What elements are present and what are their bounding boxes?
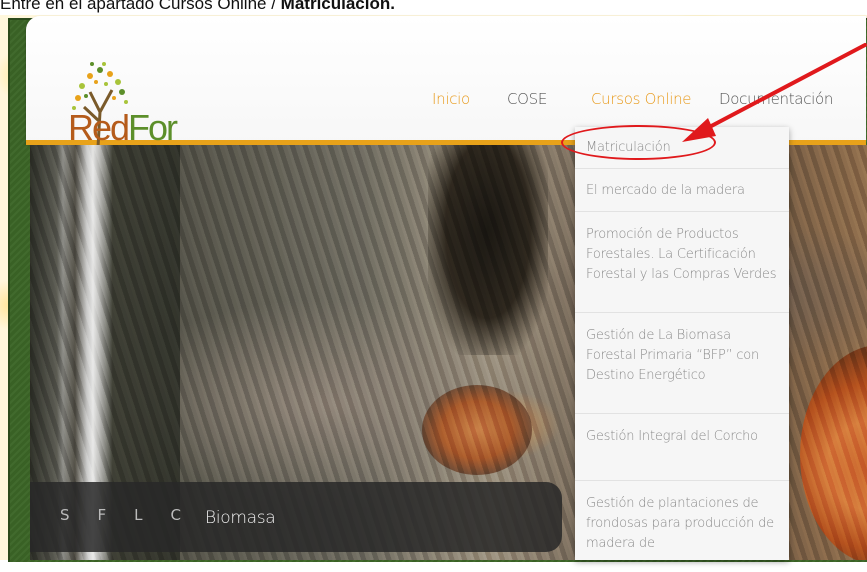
instruction-text: Entre en el apartado Cursos Online / Mat… [0,0,867,16]
dropdown-item-gestion-corcho[interactable]: Gestión Integral del Corcho [575,415,789,481]
slider-navigation[interactable]: SFLC [60,506,209,524]
slider-caption[interactable]: Biomasa [205,508,276,528]
site-logo[interactable]: RedFor [68,107,178,148]
logo-text-for: For [128,107,178,148]
slider-tab-3[interactable]: L [134,506,170,524]
slider-tab-1[interactable]: S [60,506,98,524]
dropdown-item-gestion-biomasa[interactable]: Gestión de La Biomasa Forestal Primaria … [575,314,789,414]
cursos-online-dropdown: Matriculación El mercado de la madera Pr… [575,127,789,560]
dropdown-item-promocion-productos[interactable]: Promoción de Productos Forestales. La Ce… [575,213,789,313]
nav-item-inicio[interactable]: Inicio [432,90,470,108]
annotation-arrow-icon [682,43,867,142]
dropdown-item-mercado-madera[interactable]: El mercado de la madera [575,170,789,212]
slider-tab-4[interactable]: C [171,506,209,524]
nav-item-cose[interactable]: COSE [507,90,547,108]
logo-text-red: Red [68,107,130,148]
slider-tab-2[interactable]: F [98,506,135,524]
instruction-prefix: Entre en el apartado Cursos Online / [0,0,281,13]
dropdown-item-gestion-plantaciones[interactable]: Gestión de plantaciones de frondosas par… [575,482,789,572]
instruction-bold: Matriculación. [280,0,395,13]
